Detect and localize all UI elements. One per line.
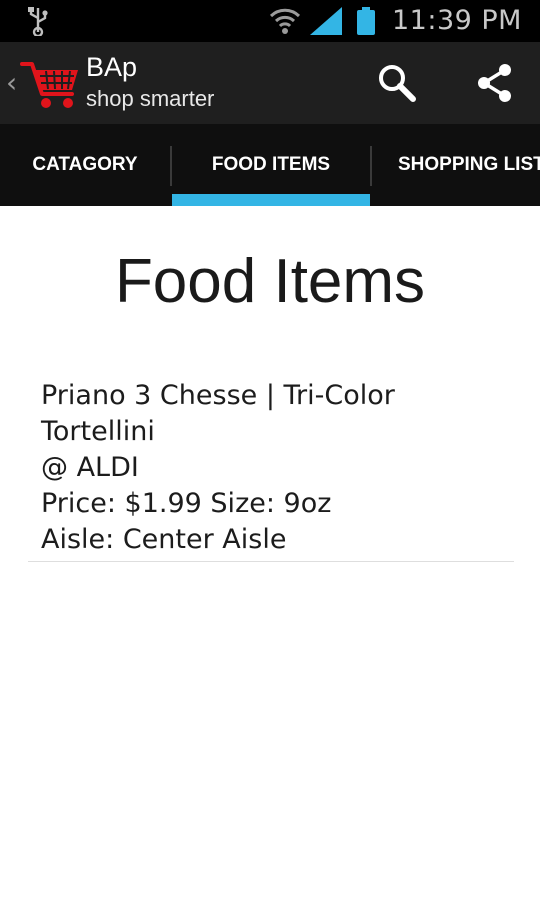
search-icon [379,65,416,102]
food-item-store: @ ALDI [41,452,139,483]
battery-icon [357,7,375,35]
share-icon [478,64,511,102]
tab-shopping-list[interactable]: SHOPPING LIST [372,124,540,206]
up-button[interactable]: ‹ [0,42,84,124]
wifi-icon [269,8,301,34]
app-subtitle: shop smarter [86,86,215,111]
food-item-price-size: Price: $1.99 Size: 9oz [41,488,332,519]
food-item-name: Priano 3 Chesse | Tri-Color Tortellini [41,380,395,447]
app-title: BAp [86,52,138,82]
usb-icon [28,7,48,36]
share-button[interactable] [454,42,534,124]
up-chevron-icon: ‹ [6,66,18,99]
shopping-cart-logo [20,62,78,108]
list-item[interactable]: Priano 3 Chesse | Tri-Color Tortellini @… [28,376,514,562]
status-bar: 11:39 PM [0,0,540,42]
tab-category[interactable]: CATAGORY [0,124,170,206]
selected-tab-indicator [172,194,370,206]
signal-icon [310,7,342,35]
content-area: Food Items Priano 3 Chesse | Tri-Color T… [0,206,540,900]
status-clock: 11:39 PM [392,5,522,36]
search-button[interactable] [356,42,436,124]
page-title: Food Items [114,247,426,316]
action-bar: ‹ BAp shop smarter [0,42,540,124]
food-item-aisle: Aisle: Center Aisle [41,524,287,555]
tab-bar: CATAGORY FOOD ITEMS SHOPPING LIST [0,124,540,206]
